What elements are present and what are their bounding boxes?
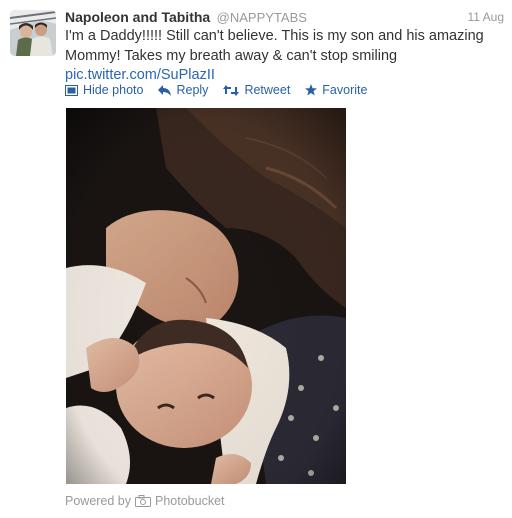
tweet-text: I'm a Daddy!!!!! Still can't believe. Th…: [65, 27, 505, 86]
author-name[interactable]: Napoleon and Tabitha: [65, 9, 210, 25]
retweet-button[interactable]: Retweet: [223, 83, 290, 97]
favorite-label: Favorite: [322, 83, 368, 97]
reply-label: Reply: [176, 83, 209, 97]
retweet-icon: [223, 84, 240, 96]
retweet-label: Retweet: [244, 83, 291, 97]
tweet-body: I'm a Daddy!!!!! Still can't believe. Th…: [65, 28, 484, 64]
star-icon: [305, 84, 318, 96]
avatar[interactable]: [10, 10, 56, 56]
reply-button[interactable]: Reply: [158, 83, 208, 97]
tweet-photo[interactable]: [66, 108, 346, 484]
photobucket-link[interactable]: Photobucket: [155, 494, 225, 508]
hide-photo-label: Hide photo: [83, 83, 144, 97]
powered-by-label: Powered by: [65, 494, 132, 508]
photo-icon: [65, 84, 78, 96]
favorite-button[interactable]: Favorite: [305, 83, 367, 97]
reply-arrow-icon: [158, 84, 172, 96]
tweet-actions: Hide photo Reply Retweet Favorite: [65, 81, 382, 99]
photo-attribution: Powered by Photobucket: [65, 494, 225, 508]
tweet-date[interactable]: 11 Aug: [468, 10, 504, 24]
hide-photo-button[interactable]: Hide photo: [65, 83, 143, 97]
camera-icon: [135, 495, 152, 507]
tweet-header: Napoleon and Tabitha @NAPPYTABS 11 Aug: [65, 9, 504, 29]
author-handle[interactable]: @NAPPYTABS: [217, 10, 307, 25]
